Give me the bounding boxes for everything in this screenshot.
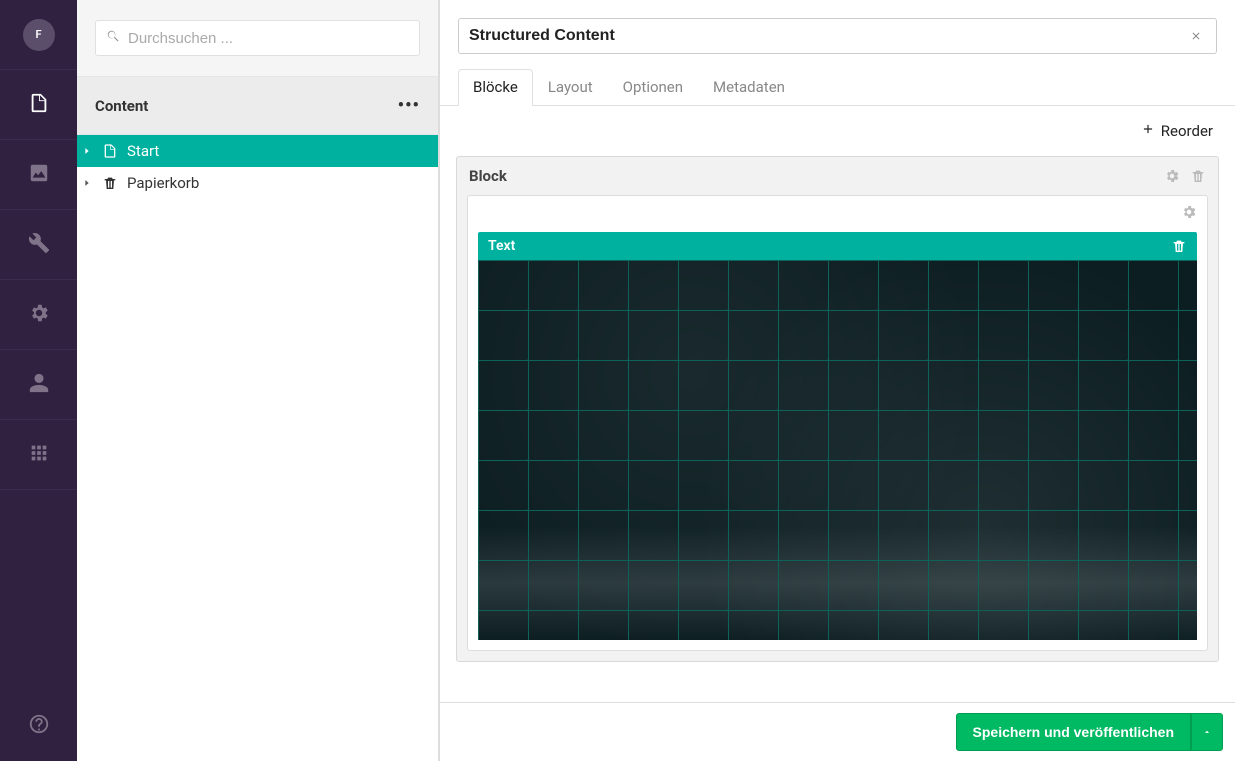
user-icon <box>28 372 50 398</box>
editor-panel: Blöcke Layout Optionen Metadaten Reorder… <box>439 0 1235 761</box>
blocks-area: Block Text <box>440 156 1235 761</box>
publish-button-group: Speichern und veröffentlichen <box>956 713 1223 751</box>
caret-right-icon <box>81 178 93 188</box>
publish-dropdown-button[interactable] <box>1191 713 1223 751</box>
title-wrap <box>440 0 1235 54</box>
wrench-icon <box>28 232 50 258</box>
block-inner-card: Text <box>467 195 1208 651</box>
user-avatar[interactable]: F <box>23 19 55 51</box>
tree-item-label: Papierkorb <box>127 174 199 192</box>
caret-right-icon <box>81 146 93 156</box>
tab-layout[interactable]: Layout <box>533 69 608 106</box>
text-component-delete-button[interactable] <box>1171 238 1187 254</box>
inner-header-actions <box>468 196 1207 232</box>
block-title: Block <box>469 167 507 185</box>
editor-tabs: Blöcke Layout Optionen Metadaten <box>440 54 1235 106</box>
block-settings-button[interactable] <box>1164 168 1180 184</box>
search-input[interactable] <box>128 30 409 47</box>
tab-metadata[interactable]: Metadaten <box>698 69 800 106</box>
tab-blocks[interactable]: Blöcke <box>458 69 533 106</box>
block-card: Block Text <box>456 156 1219 662</box>
plus-icon <box>1141 122 1155 140</box>
nav-media[interactable] <box>0 140 77 210</box>
nav-configuration[interactable] <box>0 280 77 350</box>
publish-bar: Speichern und veröffentlichen <box>440 702 1235 761</box>
search-box[interactable] <box>95 20 420 56</box>
nav-help[interactable] <box>0 691 77 761</box>
image-icon <box>28 162 50 188</box>
nav-content[interactable] <box>0 70 77 140</box>
reorder-button[interactable]: Reorder <box>1141 122 1213 140</box>
nav-users[interactable] <box>0 350 77 420</box>
title-input-wrap <box>458 18 1217 54</box>
trash-icon <box>101 175 119 191</box>
section-actions-button[interactable]: ••• <box>398 95 420 116</box>
content-tree: Start Papierkorb <box>77 135 438 761</box>
caret-up-icon <box>1202 724 1212 740</box>
content-preview-image <box>478 260 1197 640</box>
tree-item-label: Start <box>127 142 159 160</box>
search-icon <box>106 29 120 47</box>
clear-title-button[interactable] <box>1186 27 1206 46</box>
page-title-input[interactable] <box>469 27 1186 45</box>
text-component-label: Text <box>488 238 515 254</box>
text-component-header[interactable]: Text <box>478 232 1197 260</box>
section-title: Content <box>95 97 148 115</box>
gear-icon <box>28 302 50 328</box>
search-wrap <box>77 0 438 76</box>
publish-button[interactable]: Speichern und veröffentlichen <box>956 713 1191 751</box>
inner-settings-button[interactable] <box>1181 204 1197 224</box>
tree-panel: Content ••• Start Papierkorb <box>77 0 439 761</box>
help-icon <box>28 713 50 739</box>
block-header: Block <box>457 157 1218 195</box>
grid-icon <box>28 442 50 468</box>
document-icon <box>28 92 50 118</box>
block-header-actions <box>1164 168 1206 184</box>
block-delete-button[interactable] <box>1190 168 1206 184</box>
tree-item-start[interactable]: Start <box>77 135 438 167</box>
tree-item-trash[interactable]: Papierkorb <box>77 167 438 199</box>
nav-avatar-wrap: F <box>0 0 77 70</box>
section-header: Content ••• <box>77 76 438 135</box>
tab-options[interactable]: Optionen <box>608 69 698 106</box>
reorder-label: Reorder <box>1161 122 1213 140</box>
nav-rail: F <box>0 0 77 761</box>
reorder-bar: Reorder <box>440 106 1235 156</box>
document-icon <box>101 143 119 159</box>
nav-apps[interactable] <box>0 420 77 490</box>
nav-settings-tools[interactable] <box>0 210 77 280</box>
